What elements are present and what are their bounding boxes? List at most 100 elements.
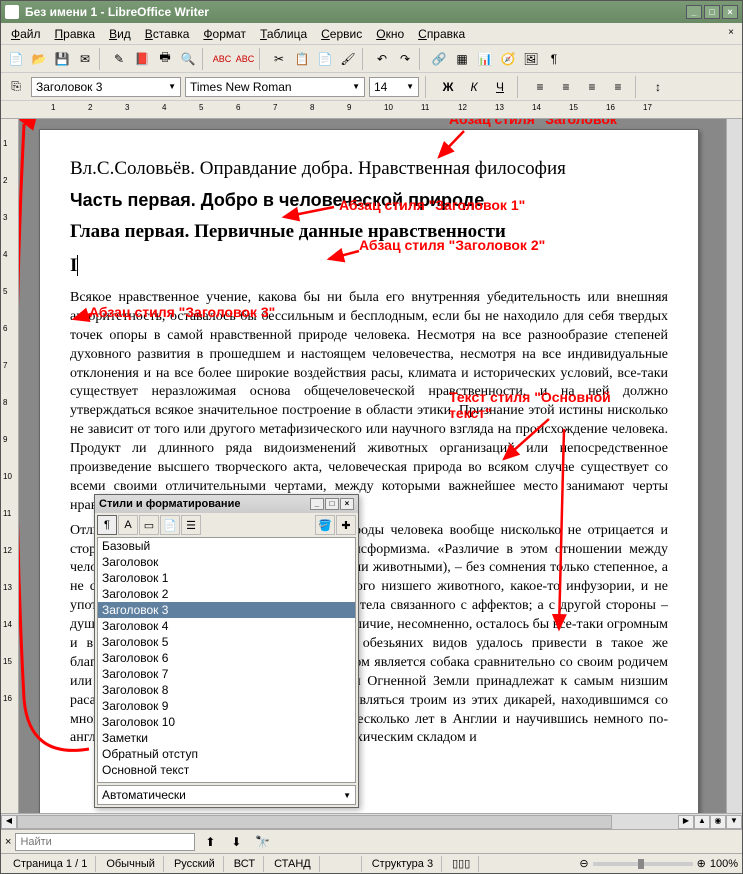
- styles-button[interactable]: ⎘: [5, 76, 27, 98]
- new-button[interactable]: 📄: [5, 48, 27, 70]
- paragraph-styles-icon[interactable]: ¶: [97, 515, 117, 535]
- find-next-icon[interactable]: ⬇: [225, 831, 247, 853]
- style-item[interactable]: Заголовок 4: [98, 618, 355, 634]
- styles-panel-close[interactable]: ×: [340, 498, 354, 510]
- status-outline[interactable]: Структура 3: [364, 856, 442, 872]
- pdf-button[interactable]: 📕: [131, 48, 153, 70]
- style-item[interactable]: Заголовок 10: [98, 714, 355, 730]
- scroll-left-icon[interactable]: ◀: [1, 815, 17, 829]
- align-center-button[interactable]: ≡: [555, 76, 577, 98]
- align-right-button[interactable]: ≡: [581, 76, 603, 98]
- nav-down-icon[interactable]: ▼: [726, 815, 742, 829]
- paragraph-heading[interactable]: Вл.С.Соловьёв. Оправдание добра. Нравств…: [70, 158, 668, 180]
- status-view-icon[interactable]: ▯▯▯: [444, 856, 479, 872]
- new-style-icon[interactable]: ✚: [336, 515, 356, 535]
- style-item[interactable]: Базовый: [98, 538, 355, 554]
- nav-target-icon[interactable]: ◉: [710, 815, 726, 829]
- vertical-ruler[interactable]: 12345678910111213141516: [1, 119, 19, 813]
- menu-window[interactable]: Окно: [370, 25, 410, 43]
- zoom-slider[interactable]: [593, 862, 693, 866]
- styles-formatting-panel[interactable]: Стили и форматирование _ □ × ¶ A ▭ 📄 ☰ 🪣…: [94, 494, 359, 808]
- status-lang[interactable]: Русский: [166, 856, 224, 872]
- styles-panel-min[interactable]: _: [310, 498, 324, 510]
- styles-panel-max[interactable]: □: [325, 498, 339, 510]
- style-item[interactable]: Заголовок: [98, 554, 355, 570]
- paragraph-heading1[interactable]: Часть первая. Добро в человеческой приро…: [70, 190, 668, 211]
- email-button[interactable]: ✉: [74, 48, 96, 70]
- table-button[interactable]: ▦: [451, 48, 473, 70]
- style-item[interactable]: Заголовок 6: [98, 650, 355, 666]
- scroll-right-icon[interactable]: ▶: [678, 815, 694, 829]
- style-item[interactable]: Обратный отступ: [98, 746, 355, 762]
- find-all-icon[interactable]: 🔭: [251, 831, 273, 853]
- style-item[interactable]: Заголовок 5: [98, 634, 355, 650]
- status-sig[interactable]: [322, 856, 362, 872]
- minimize-button[interactable]: _: [686, 5, 702, 19]
- menu-insert[interactable]: Вставка: [139, 25, 196, 43]
- styles-panel-titlebar[interactable]: Стили и форматирование _ □ ×: [95, 495, 358, 513]
- preview-button[interactable]: 🔍: [177, 48, 199, 70]
- hyperlink-button[interactable]: 🔗: [428, 48, 450, 70]
- edit-doc-button[interactable]: ✎: [108, 48, 130, 70]
- list-styles-icon[interactable]: ☰: [181, 515, 201, 535]
- find-prev-icon[interactable]: ⬆: [199, 831, 221, 853]
- paragraph-heading2[interactable]: Глава первая. Первичные данные нравствен…: [70, 221, 668, 243]
- menu-table[interactable]: Таблица: [254, 25, 313, 43]
- status-page[interactable]: Страница 1 / 1: [5, 856, 96, 872]
- nonprint-button[interactable]: ¶: [543, 48, 565, 70]
- copy-button[interactable]: 📋: [291, 48, 313, 70]
- maximize-button[interactable]: □: [704, 5, 720, 19]
- menu-help[interactable]: Справка: [412, 25, 471, 43]
- menu-edit[interactable]: Правка: [49, 25, 102, 43]
- style-item[interactable]: Заметки: [98, 730, 355, 746]
- italic-button[interactable]: К: [463, 76, 485, 98]
- style-item[interactable]: Основной текст: [98, 762, 355, 778]
- style-item[interactable]: Заголовок 3: [98, 602, 355, 618]
- style-item[interactable]: Заголовок 9: [98, 698, 355, 714]
- nav-up-icon[interactable]: ▲: [694, 815, 710, 829]
- chart-button[interactable]: 📊: [474, 48, 496, 70]
- menu-view[interactable]: Вид: [103, 25, 137, 43]
- page-styles-icon[interactable]: 📄: [160, 515, 180, 535]
- vertical-scrollbar[interactable]: [726, 119, 742, 813]
- scroll-track[interactable]: [17, 815, 678, 829]
- autospell-button[interactable]: ABC: [234, 48, 256, 70]
- status-ins[interactable]: ВСТ: [226, 856, 264, 872]
- paste-button[interactable]: 📄: [314, 48, 336, 70]
- open-button[interactable]: 📂: [28, 48, 50, 70]
- align-left-button[interactable]: ≡: [529, 76, 551, 98]
- horizontal-ruler[interactable]: 1234567891011121314151617: [1, 101, 742, 119]
- menu-tools[interactable]: Сервис: [315, 25, 368, 43]
- styles-filter-combo[interactable]: Автоматически▼: [97, 785, 356, 805]
- save-button[interactable]: 💾: [51, 48, 73, 70]
- bold-button[interactable]: Ж: [437, 76, 459, 98]
- align-justify-button[interactable]: ≡: [607, 76, 629, 98]
- titlebar[interactable]: Без имени 1 - LibreOffice Writer _ □ ×: [1, 1, 742, 23]
- scroll-thumb[interactable]: [17, 815, 612, 829]
- findbar-close-icon[interactable]: ×: [5, 836, 11, 848]
- style-item[interactable]: Заголовок 2: [98, 586, 355, 602]
- zoom-out-icon[interactable]: ⊖: [579, 857, 588, 870]
- status-style[interactable]: Обычный: [98, 856, 164, 872]
- horizontal-scrollbar[interactable]: ◀ ▶ ▲ ◉ ▼: [1, 813, 742, 829]
- navigator-button[interactable]: 🧭: [497, 48, 519, 70]
- style-item[interactable]: Заголовок 1: [98, 570, 355, 586]
- line-spacing-button[interactable]: ↕: [647, 76, 669, 98]
- paragraph-heading3-cursor[interactable]: I: [70, 255, 668, 277]
- paragraph-style-combo[interactable]: Заголовок 3▼: [31, 77, 181, 97]
- undo-button[interactable]: ↶: [371, 48, 393, 70]
- underline-button[interactable]: Ч: [489, 76, 511, 98]
- paragraph-body-1[interactable]: Всякое нравственное учение, какова бы ни…: [70, 289, 668, 516]
- gallery-button[interactable]: 🖼: [520, 48, 542, 70]
- zoom-value[interactable]: 100%: [710, 858, 738, 870]
- styles-list[interactable]: БазовыйЗаголовокЗаголовок 1Заголовок 2За…: [97, 537, 356, 783]
- print-button[interactable]: 🖶: [154, 48, 176, 70]
- frame-styles-icon[interactable]: ▭: [139, 515, 159, 535]
- style-item[interactable]: Заголовок 8: [98, 682, 355, 698]
- close-button[interactable]: ×: [722, 5, 738, 19]
- fill-format-icon[interactable]: 🪣: [315, 515, 335, 535]
- menu-file[interactable]: Файл: [5, 25, 47, 43]
- font-name-combo[interactable]: Times New Roman▼: [185, 77, 365, 97]
- page-area[interactable]: Вл.С.Соловьёв. Оправдание добра. Нравств…: [19, 119, 726, 813]
- format-paint-button[interactable]: 🖌: [337, 48, 359, 70]
